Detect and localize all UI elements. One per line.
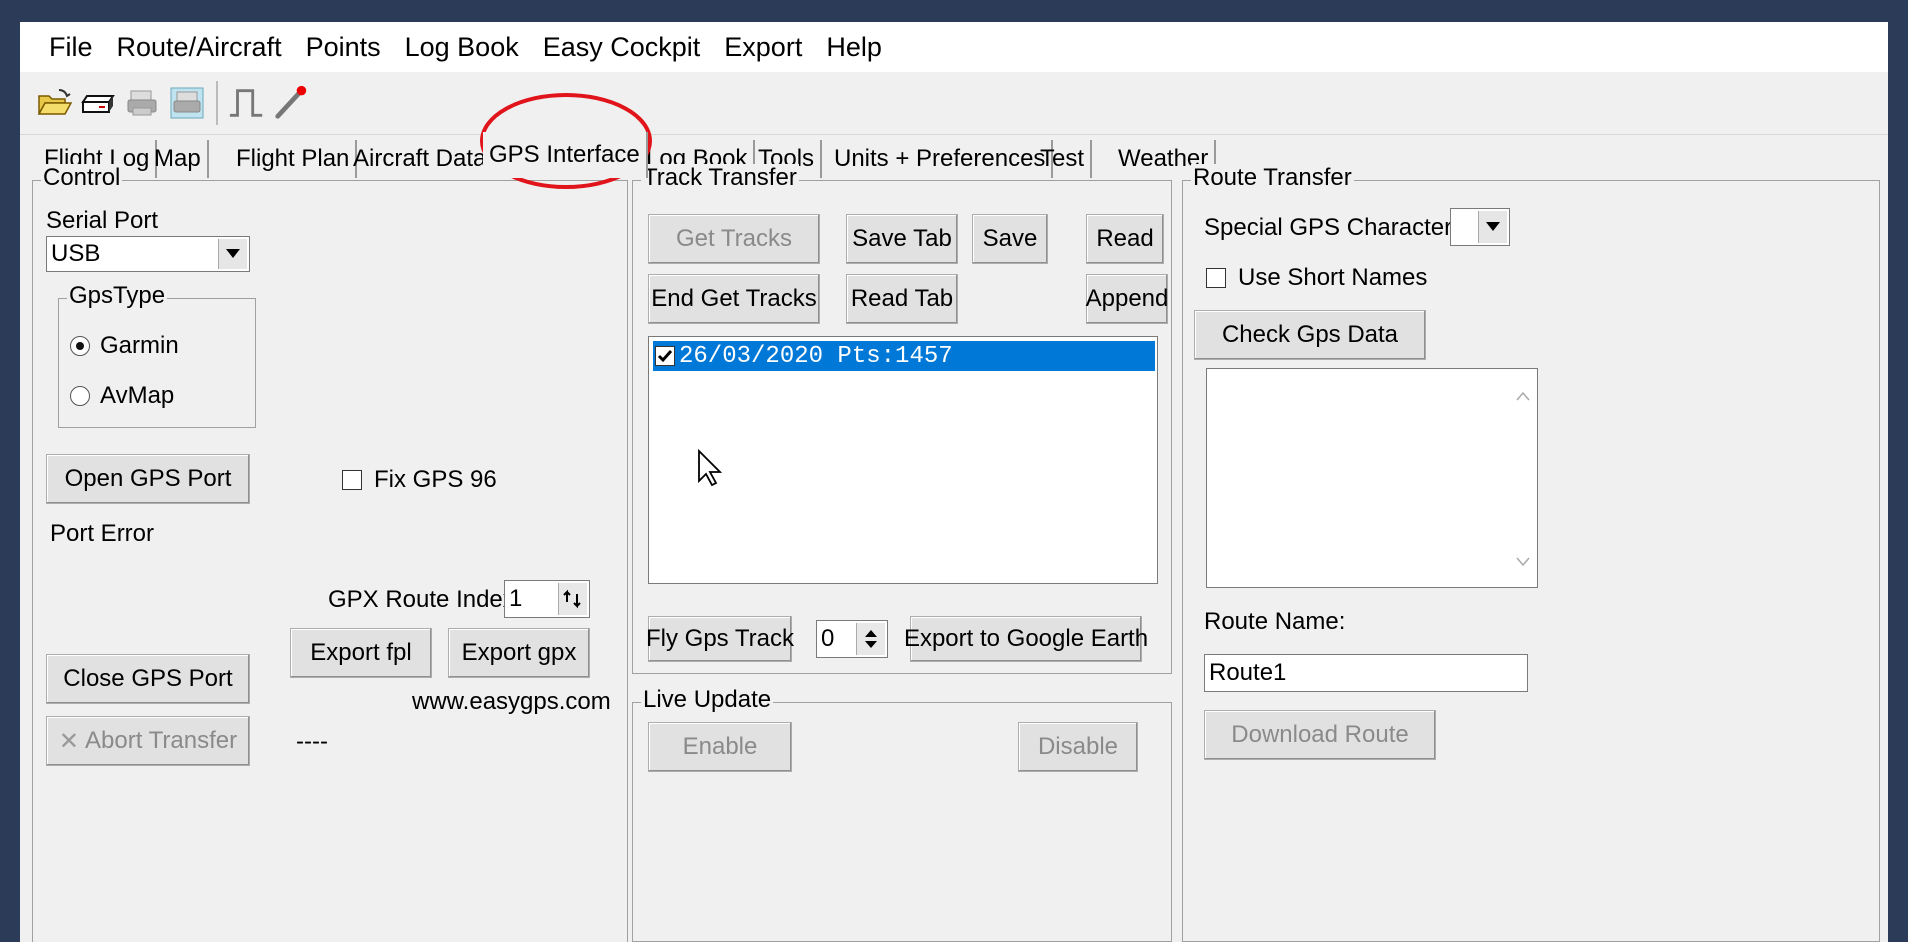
tab-units-preferences[interactable]: Units + Preferences [828,140,1054,178]
mouse-cursor-icon [698,449,723,487]
print-icon[interactable] [124,82,162,124]
avmap-radio[interactable] [70,386,90,406]
gps-type-title: GpsType [67,282,168,310]
scroll-up-icon[interactable] [1516,391,1530,401]
tab-map[interactable]: Map [148,140,209,178]
app-window: File Route/Aircraft Points Log Book Easy… [20,22,1888,942]
abort-icon: ✕ [58,727,80,755]
use-short-names-label: Use Short Names [1238,264,1428,291]
export-gpx-button[interactable]: Export gpx [448,628,590,678]
menu-points[interactable]: Points [294,32,393,63]
tab-gps-interface[interactable]: GPS Interface [483,132,648,178]
route-list[interactable] [1206,368,1538,588]
download-route-button[interactable]: Download Route [1204,710,1436,760]
save-button[interactable]: Save [972,214,1048,264]
route-list-scrollbar[interactable] [1507,369,1537,587]
menu-route-aircraft[interactable]: Route/Aircraft [105,32,294,63]
chevron-down-icon[interactable] [1478,211,1507,243]
pin-icon[interactable] [272,82,310,124]
pulse-icon[interactable] [228,82,266,124]
print-preview-icon[interactable] [168,82,206,124]
track-checkbox[interactable] [655,346,675,366]
garmin-radio[interactable] [70,336,90,356]
toolbar [20,72,1888,135]
get-tracks-button[interactable]: Get Tracks [648,214,820,264]
append-button[interactable]: Append [1086,274,1168,324]
read-tab-button[interactable]: Read Tab [846,274,958,324]
tab-flight-plan[interactable]: Flight Plan [230,140,358,178]
track-list[interactable]: 26/03/2020 Pts:1457 [648,336,1158,584]
transfer-status-text: ---- [296,728,328,755]
open-gps-port-button[interactable]: Open GPS Port [46,454,250,504]
route-name-label: Route Name: [1204,608,1346,635]
special-char-label: Special GPS Character: [1204,214,1459,241]
menu-bar: File Route/Aircraft Points Log Book Easy… [20,22,1888,72]
gpx-route-index-label: GPX Route Index: [328,586,522,613]
menu-help[interactable]: Help [814,32,894,63]
open-folder-icon[interactable] [36,82,74,124]
special-char-dropdown[interactable] [1450,208,1510,246]
tab-test[interactable]: Test [1034,140,1093,178]
read-button[interactable]: Read [1086,214,1164,264]
menu-file[interactable]: File [20,32,105,63]
route-name-input[interactable]: Route1 [1204,654,1528,692]
gpx-route-index-value: 1 [509,585,523,612]
live-update-title: Live Update [641,686,774,714]
website-link[interactable]: www.easygps.com [412,688,611,716]
menu-log-book[interactable]: Log Book [393,32,531,63]
gpx-route-index-spinner[interactable]: 1 [504,580,590,618]
garmin-label: Garmin [100,332,179,359]
tab-bar: Flight Log Map Flight Plan Aircraft Data… [20,132,1888,180]
abort-transfer-button[interactable]: ✕ Abort Transfer [46,716,250,766]
chevron-down-icon[interactable] [218,239,247,269]
export-fpl-button[interactable]: Export fpl [290,628,432,678]
route-transfer-title: Route Transfer [1191,164,1354,192]
close-gps-port-button[interactable]: Close GPS Port [46,654,250,704]
spin-arrows-icon[interactable] [856,623,885,655]
end-get-tracks-button[interactable]: End Get Tracks [648,274,820,324]
check-gps-data-button[interactable]: Check Gps Data [1194,310,1426,360]
track-transfer-title: Track Transfer [641,164,799,192]
fly-gps-track-button[interactable]: Fly Gps Track [646,616,794,662]
track-label: 26/03/2020 Pts:1457 [679,342,953,370]
up-down-arrow-icon[interactable] [558,583,587,615]
fix-gps96-checkbox[interactable] [342,470,362,490]
serial-port-label: Serial Port [46,207,159,234]
scroll-down-icon[interactable] [1516,557,1530,567]
port-status-text: Port Error [50,520,155,547]
control-group-title: Control [41,164,123,192]
enable-button[interactable]: Enable [648,722,792,772]
route-name-value: Route1 [1209,659,1287,686]
toolbar-separator [216,81,218,125]
serial-port-value: USB [51,240,101,267]
track-number-value: 0 [821,625,835,652]
abort-transfer-label: Abort Transfer [85,727,238,754]
fix-gps96-label: Fix GPS 96 [374,466,497,493]
export-google-earth-button[interactable]: Export to Google Earth [904,616,1148,662]
tab-aircraft-data[interactable]: Aircraft Data [347,140,495,178]
track-number-spinner[interactable]: 0 [816,620,888,658]
use-short-names-checkbox[interactable] [1206,268,1226,288]
disable-button[interactable]: Disable [1018,722,1138,772]
menu-export[interactable]: Export [712,32,814,63]
menu-easy-cockpit[interactable]: Easy Cockpit [531,32,713,63]
drive-icon[interactable] [80,82,118,124]
track-list-item[interactable]: 26/03/2020 Pts:1457 [653,341,1155,371]
serial-port-dropdown[interactable]: USB [46,236,250,272]
avmap-label: AvMap [100,382,175,409]
save-tab-button[interactable]: Save Tab [846,214,958,264]
